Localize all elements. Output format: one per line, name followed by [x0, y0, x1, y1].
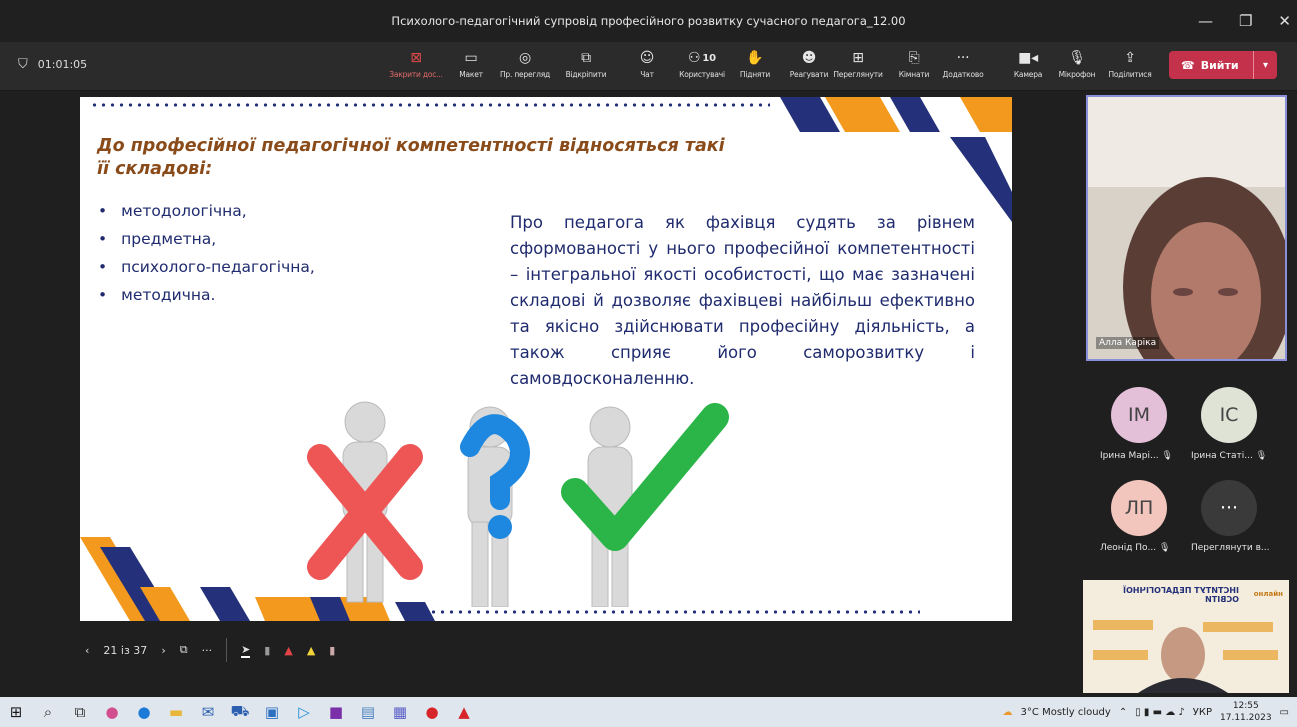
meeting-timer: ⛉ 01:01:05: [18, 57, 87, 72]
participant-name: Алла Каріка: [1096, 337, 1160, 349]
pen-red-icon[interactable]: ▲: [284, 644, 292, 657]
window-title: Психолого-педагогічний супровід професій…: [391, 14, 906, 28]
chevron-down-icon[interactable]: ▾: [1253, 51, 1277, 79]
eye-icon: ◎: [518, 50, 532, 66]
video-frame: [1088, 97, 1285, 359]
app-icon[interactable]: ●: [96, 697, 128, 727]
browser-icon[interactable]: ●: [128, 697, 160, 727]
participant-video-small[interactable]: ІНСТИТУТ ПЕДАГОГІЧНОЇ ОСВІТИ онлайн: [1083, 580, 1289, 693]
slide-illustration: [307, 401, 729, 607]
avatar[interactable]: ЛП: [1111, 480, 1167, 536]
language-indicator[interactable]: УКР: [1193, 707, 1212, 718]
minimize-icon[interactable]: —: [1198, 12, 1213, 30]
preview-button[interactable]: ◎ Пр. перегляд: [493, 46, 557, 79]
mail-icon[interactable]: ✉: [192, 697, 224, 727]
pointer-icon[interactable]: ➤: [241, 643, 251, 658]
meeting-elapsed: 01:01:05: [37, 58, 88, 71]
mic-off-icon: 🎙: [1161, 451, 1173, 461]
more-icon: ···: [956, 50, 970, 66]
hand-icon: ✋: [746, 50, 764, 66]
more-icon[interactable]: ···: [202, 644, 213, 657]
mic-off-icon: 🎙: [1255, 451, 1268, 461]
participant-name: Ірина Марі... 🎙: [1100, 451, 1173, 461]
shield-icon: ⛉: [18, 57, 28, 72]
rooms-icon: ⎘: [908, 50, 920, 66]
folder-icon[interactable]: ▬: [160, 697, 192, 727]
weather-text[interactable]: 3°C Mostly cloudy: [1021, 707, 1111, 718]
windows-start-icon[interactable]: ⊞: [0, 697, 32, 727]
window-titlebar: Психолого-педагогічний супровід професій…: [0, 0, 1297, 42]
tray-icons[interactable]: ▯ ▮ ▬ ☁ ♪: [1135, 707, 1185, 718]
pdf-icon[interactable]: ▲: [448, 697, 480, 727]
slide-title: До професійної педагогічної компетентнос…: [97, 136, 725, 179]
view-button[interactable]: ⊞ Переглянути: [826, 46, 890, 79]
meeting-toolbar: ⛉ 01:01:05 ⊠ Закрити дос... ▭ Макет ◎ Пр. п…: [0, 42, 1297, 91]
opera-icon[interactable]: ●: [416, 697, 448, 727]
prev-slide-icon[interactable]: ‹: [85, 644, 89, 657]
layout-icon: ▭: [464, 50, 478, 66]
more-button[interactable]: ··· Додатково: [931, 46, 995, 79]
phone-hangup-icon: ☎: [1181, 58, 1195, 72]
bullet-item: предметна,: [98, 225, 315, 253]
view-all-label[interactable]: Переглянути в...: [1191, 543, 1270, 553]
avatar[interactable]: ІМ: [1111, 387, 1167, 443]
chat-icon: ☺: [639, 50, 655, 66]
clock[interactable]: 12:55 17.11.2023: [1220, 700, 1272, 724]
slide-body-text: Про педагога як фахівця судять за рівнем…: [510, 213, 975, 388]
eraser-icon[interactable]: ▮: [329, 644, 335, 657]
onenote-icon[interactable]: ■: [320, 697, 352, 727]
task-view-icon[interactable]: ⧉: [64, 697, 96, 727]
grid-view-icon[interactable]: ⧉: [180, 643, 188, 657]
camera-icon: ■◂: [1018, 50, 1038, 66]
participant-name: Леонід По... 🎙: [1100, 543, 1171, 553]
video-frame: [1093, 620, 1278, 693]
chevron-up-icon[interactable]: ⌃: [1119, 707, 1127, 718]
divider: [226, 638, 228, 662]
slide-bullets: методологічна, предметна, психолого-педа…: [98, 197, 315, 309]
search-icon[interactable]: ⌕: [32, 697, 64, 727]
save-icon[interactable]: ▣: [256, 697, 288, 727]
bullet-item: методична.: [98, 281, 315, 309]
mic-icon: 🎙: [1068, 50, 1086, 66]
dotted-line-bottom: [420, 610, 920, 614]
participant-video-main[interactable]: Алла Каріка: [1086, 95, 1287, 361]
bullet-item: психолого-педагогічна,: [98, 253, 315, 281]
stop-share-icon: ⊠: [410, 50, 422, 66]
share-icon: ⇪: [1124, 50, 1136, 66]
leave-button[interactable]: ☎ Вийти ▾: [1169, 51, 1277, 79]
media-player-icon[interactable]: ▷: [288, 697, 320, 727]
highlighter-icon[interactable]: ▲: [307, 644, 315, 657]
grid-icon: ⊞: [852, 50, 864, 66]
window-controls: — ❐ ✕: [1198, 0, 1291, 42]
people-icon: ⚇ 10: [688, 50, 716, 66]
popout-icon: ⧉: [581, 50, 591, 66]
share-button[interactable]: ⇪ Поділитися: [1098, 46, 1162, 79]
shared-slide: До професійної педагогічної компетентнос…: [80, 97, 1012, 621]
popout-button[interactable]: ⧉ Відкріпити: [554, 46, 618, 79]
mic-off-icon: 🎙: [1159, 543, 1171, 553]
teams-icon[interactable]: ▦: [384, 697, 416, 727]
store-icon[interactable]: ⛟: [224, 697, 256, 727]
more-participants-button[interactable]: ···: [1201, 480, 1257, 536]
close-icon[interactable]: ✕: [1278, 12, 1291, 30]
bullet-item: методологічна,: [98, 197, 315, 225]
next-slide-icon[interactable]: ›: [161, 644, 165, 657]
presenter-controls: ‹ 21 із 37 › ⧉ ··· ➤ ▮ ▲ ▲ ▮: [85, 636, 335, 664]
notification-icon[interactable]: ▭: [1280, 707, 1289, 718]
photos-icon[interactable]: ▤: [352, 697, 384, 727]
os-taskbar: ⊞ ⌕ ⧉ ● ● ▬ ✉ ⛟ ▣ ▷ ■ ▤ ▦ ● ▲ ☁ 3°C Most…: [0, 697, 1297, 727]
avatar[interactable]: ІС: [1201, 387, 1257, 443]
maximize-icon[interactable]: ❐: [1239, 12, 1252, 30]
slide-counter: 21 із 37: [103, 643, 148, 657]
smile-icon: ☻: [801, 50, 817, 66]
weather-icon: ☁: [1002, 706, 1013, 718]
pen-gray-icon[interactable]: ▮: [264, 644, 270, 657]
participant-name: Ірина Статі... 🎙: [1191, 451, 1268, 461]
system-tray: ☁ 3°C Mostly cloudy ⌃ ▯ ▮ ▬ ☁ ♪ УКР 12:5…: [1003, 697, 1289, 727]
